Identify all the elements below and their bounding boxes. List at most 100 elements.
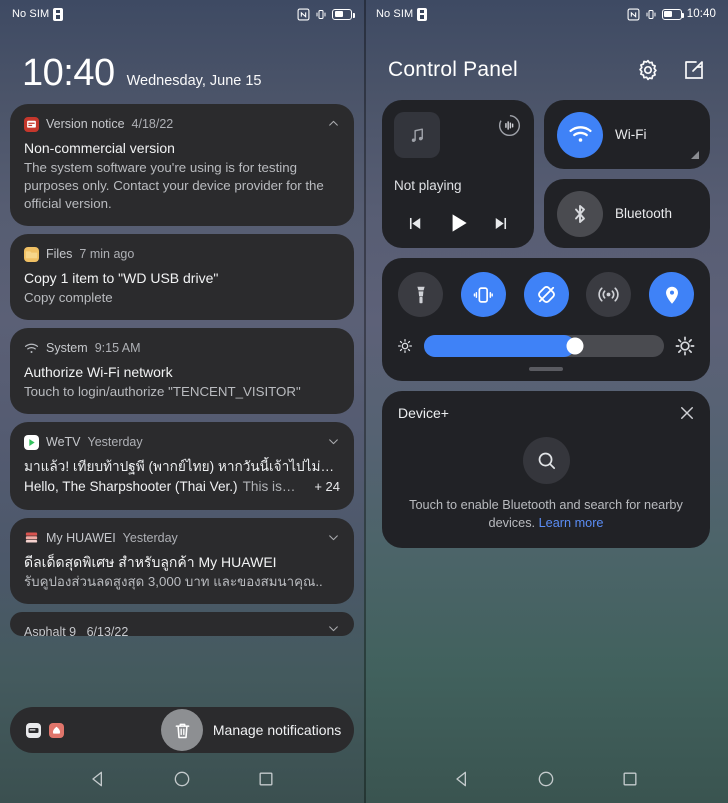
clear-all-button[interactable] — [161, 709, 203, 751]
back-button[interactable] — [452, 769, 472, 789]
next-track-button[interactable] — [491, 214, 510, 233]
play-button[interactable] — [445, 210, 471, 236]
notification-header: System 9:15 AM — [24, 338, 340, 358]
flashlight-toggle[interactable] — [398, 272, 443, 317]
notification-title: Authorize Wi-Fi network — [24, 364, 173, 381]
notification-time: 4/18/22 — [131, 117, 174, 131]
bluetooth-icon — [557, 190, 603, 237]
wetv-icon — [24, 434, 39, 450]
lockscreen-clock-row: 10:40 Wednesday, June 15 — [0, 28, 364, 92]
search-icon — [538, 452, 555, 469]
recents-button[interactable] — [620, 769, 640, 789]
no-sim-label: No SIM — [376, 8, 414, 20]
brightness-slider-row[interactable] — [394, 335, 698, 357]
wifi-icon — [557, 111, 603, 158]
back-button[interactable] — [88, 769, 108, 789]
notification-header: Files 7 min ago — [24, 244, 340, 264]
location-toggle[interactable] — [649, 272, 694, 317]
chevron-down-icon[interactable] — [327, 622, 340, 635]
notification-footer-bar[interactable]: Manage notifications — [10, 707, 354, 753]
status-bar-left-group: No SIM — [12, 7, 64, 21]
learn-more-link[interactable]: Learn more — [539, 516, 604, 530]
chevron-down-icon[interactable] — [327, 435, 340, 448]
notification-app-name: Files — [46, 247, 73, 262]
brightness-slider[interactable] — [424, 335, 664, 357]
vibrate-icon — [316, 9, 326, 19]
status-bar-right-group — [297, 8, 355, 21]
trash-icon — [175, 723, 189, 738]
manage-notifications-label[interactable]: Manage notifications — [213, 722, 341, 738]
clock-time: 10:40 — [22, 52, 115, 94]
notification-more-count: + 24 — [314, 478, 340, 494]
notification-time: Yesterday — [122, 530, 178, 545]
notification-system-wifi[interactable]: System 9:15 AM Authorize Wi-Fi network T… — [10, 328, 354, 415]
navigation-bar-right[interactable] — [364, 755, 728, 803]
previous-track-button[interactable] — [406, 214, 425, 233]
flashlight-icon — [416, 286, 425, 303]
screenshot-icon[interactable] — [26, 722, 41, 738]
nfc-icon — [627, 8, 640, 20]
notification-version-notice[interactable]: Version notice 4/18/22 Non-commercial ve… — [10, 104, 354, 227]
control-panel-header: Control Panel — [364, 28, 728, 82]
music-note-icon — [411, 127, 423, 142]
notification-line-en-bold: Hello, The Sharpshooter (Thai Ver.) — [24, 478, 238, 494]
chevron-up-icon[interactable] — [327, 117, 340, 130]
status-bar-left: No SIM — [0, 0, 364, 28]
notification-app-name: System — [46, 341, 88, 356]
hotspot-icon — [598, 287, 619, 302]
settings-gear-icon[interactable] — [636, 58, 660, 82]
album-art-placeholder — [394, 112, 440, 158]
wifi-expand-corner-icon[interactable] — [691, 151, 699, 159]
notification-title: Copy 1 item to "WD USB drive" — [24, 270, 219, 287]
location-icon — [665, 286, 678, 304]
home-button[interactable] — [536, 769, 556, 789]
notification-line-en-dim: This is… — [242, 478, 296, 494]
edit-icon[interactable] — [682, 58, 706, 82]
brightness-slider-knob[interactable] — [566, 337, 584, 355]
lock-screen-panel: No SIM 10:40 Wednesday, June 15 Version … — [0, 0, 364, 803]
notification-wetv[interactable]: WeTV Yesterday มาแล้ว! เทียบท้าปฐพี (พาก… — [10, 422, 354, 510]
navigation-bar-left[interactable] — [0, 755, 364, 803]
recents-button[interactable] — [256, 769, 276, 789]
hotspot-toggle[interactable] — [586, 272, 632, 317]
rotation-lock-toggle[interactable] — [523, 272, 569, 317]
notification-list[interactable]: Version notice 4/18/22 Non-commercial ve… — [0, 104, 364, 733]
notification-app-name: WeTV — [46, 435, 81, 450]
status-bar-clock: 10:40 — [686, 8, 716, 20]
panel-grabber-handle[interactable] — [529, 367, 563, 371]
notification-time: Yesterday — [87, 435, 143, 450]
device-plus-card[interactable]: Device+ Touch to enable Bluetooth and se… — [382, 390, 710, 549]
media-controls — [382, 210, 534, 236]
close-icon[interactable] — [678, 404, 696, 422]
bluetooth-tile[interactable]: Bluetooth — [544, 179, 710, 248]
rotation-lock-icon — [537, 286, 555, 303]
panel-divider — [364, 0, 366, 803]
huawei-app-icon[interactable] — [49, 722, 64, 738]
notification-files[interactable]: Files 7 min ago Copy 1 item to "WD USB d… — [10, 234, 354, 321]
wifi-tile[interactable]: Wi-Fi — [544, 100, 710, 169]
brightness-high-icon — [675, 336, 695, 356]
notification-line-en: Hello, The Sharpshooter (Thai Ver.) This… — [24, 477, 340, 497]
battery-icon — [661, 8, 685, 20]
vibrate-toggle[interactable] — [460, 272, 506, 317]
page-title: Control Panel — [388, 58, 518, 81]
notification-body: The system software you're using is for … — [24, 159, 324, 212]
notification-my-huawei[interactable]: My HUAWEI Yesterday ดีลเด็ดสุดพิเศษ สำหร… — [10, 517, 354, 604]
notification-app-name: Asphalt 9 — [24, 624, 77, 636]
media-player-card[interactable]: Not playing — [382, 100, 534, 248]
media-status-label: Not playing — [394, 178, 462, 193]
chevron-down-icon[interactable] — [327, 531, 340, 544]
notification-asphalt-partial[interactable]: Asphalt 9 6/13/22 — [10, 611, 354, 636]
notification-body: รับคูปองส่วนลดสูงสุด 3,000 บาท และของสมน… — [24, 573, 323, 589]
wifi-small-icon — [24, 341, 39, 356]
notification-header: Version notice 4/18/22 — [24, 114, 340, 134]
notification-header: My HUAWEI Yesterday — [24, 528, 340, 548]
notification-body: Touch to login/authorize "TENCENT_VISITO… — [24, 383, 301, 399]
notification-title: Non-commercial version — [24, 140, 175, 156]
device-search-button[interactable] — [522, 436, 570, 484]
home-button[interactable] — [172, 769, 192, 789]
control-panel-actions — [636, 58, 706, 82]
audio-cast-icon[interactable] — [497, 113, 522, 138]
status-bar-right-group: 10:40 — [627, 8, 716, 21]
control-panel-body: Not playing Wi-Fi Bluetooth Device+ Touc… — [364, 82, 728, 549]
